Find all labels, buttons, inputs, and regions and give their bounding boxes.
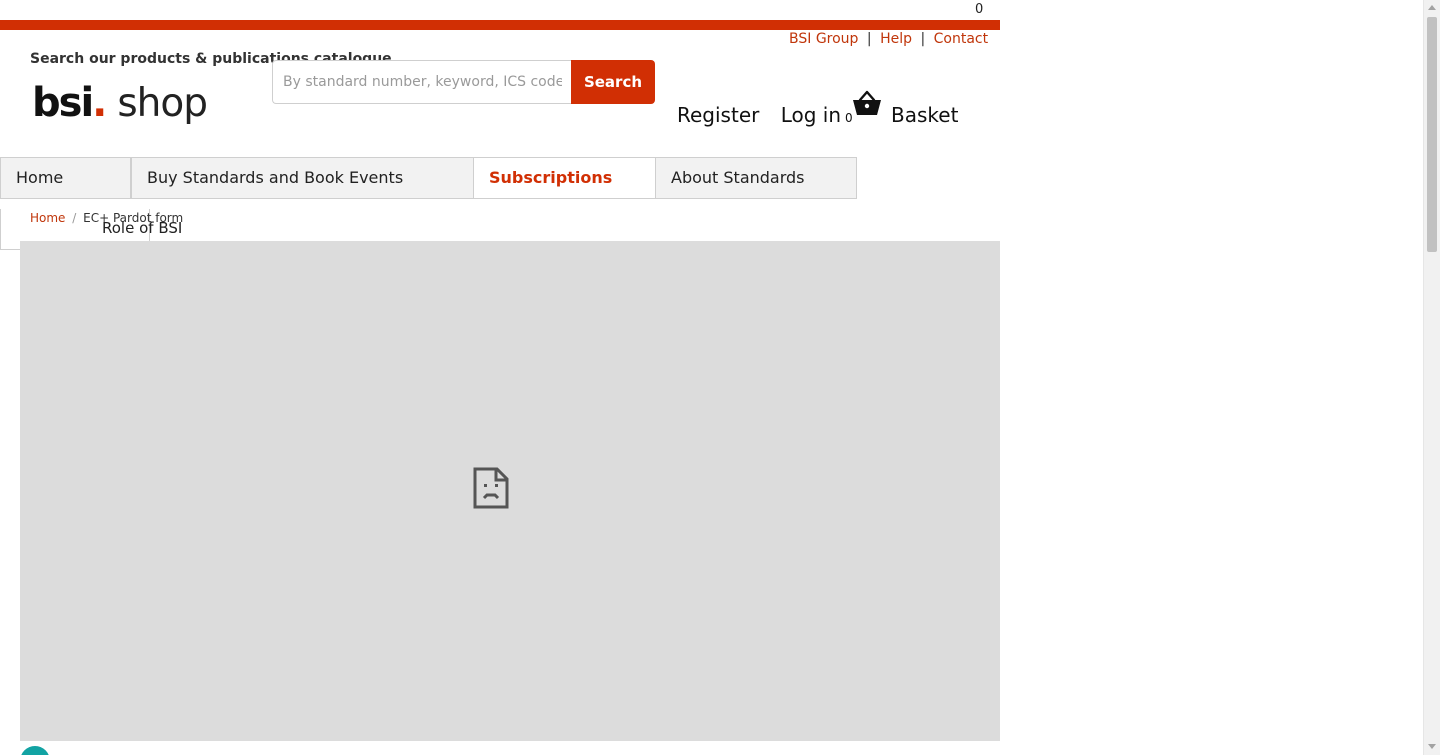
scroll-thumb[interactable]	[1427, 17, 1437, 252]
logo-bsi: bsi	[32, 80, 94, 126]
nav-item-subscriptions[interactable]: Subscriptions	[473, 157, 656, 199]
search-input[interactable]	[272, 60, 572, 104]
breadcrumb-current: EC+ Pardot form	[83, 211, 184, 225]
contact-link[interactable]: Contact	[934, 31, 988, 47]
basket-link[interactable]: Basket	[891, 103, 958, 127]
breadcrumb-home[interactable]: Home	[30, 211, 65, 225]
chat-widget-button[interactable]	[20, 746, 50, 755]
search-button[interactable]: Search	[571, 60, 655, 104]
nav-item-about-standards[interactable]: About Standards	[655, 157, 857, 199]
nav-item-home[interactable]: Home	[0, 157, 131, 199]
page-scrollbar[interactable]	[1423, 0, 1440, 755]
link-separator: |	[920, 31, 926, 47]
scroll-up-arrow-icon[interactable]	[1428, 5, 1436, 10]
sad-page-icon	[473, 467, 509, 509]
logo-dot: .	[92, 80, 108, 126]
top-counter: 0	[975, 2, 984, 17]
basket-icon[interactable]	[852, 90, 882, 116]
nav-item-buy-standards[interactable]: Buy Standards and Book Events	[131, 157, 474, 199]
scroll-down-arrow-icon[interactable]	[1428, 744, 1436, 749]
login-link[interactable]: Log in 0	[781, 103, 853, 127]
brand-bar	[0, 20, 1000, 30]
bsi-shop-logo[interactable]: bsi. shop	[32, 80, 208, 130]
bsi-group-link[interactable]: BSI Group	[789, 31, 858, 47]
help-link[interactable]: Help	[880, 31, 912, 47]
account-links: Register Log in 0	[677, 103, 853, 127]
utility-links: BSI Group | Help | Contact	[789, 31, 988, 47]
logo-shop: shop	[117, 81, 208, 126]
breadcrumb-separator: /	[72, 211, 77, 225]
register-link[interactable]: Register	[677, 103, 759, 127]
embedded-form-frame[interactable]	[20, 241, 1000, 741]
page: 0 BSI Group | Help | Contact Search our …	[0, 0, 1440, 755]
login-label: Log in	[780, 103, 842, 127]
breadcrumb: Home / EC+ Pardot form	[30, 211, 183, 225]
link-separator: |	[866, 31, 872, 47]
